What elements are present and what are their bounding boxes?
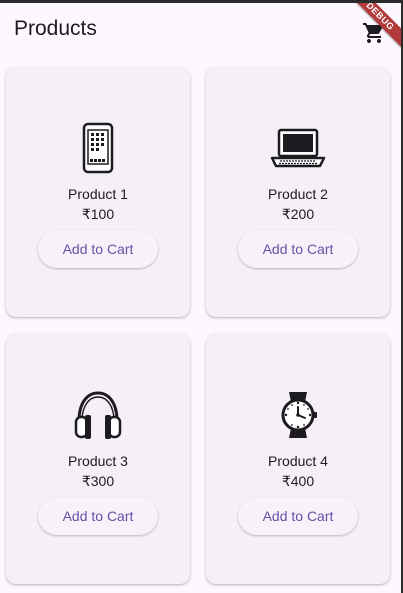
add-to-cart-button[interactable]: Add to Cart [38, 230, 158, 268]
add-to-cart-button[interactable]: Add to Cart [38, 497, 158, 535]
page-title: Products [14, 17, 97, 40]
add-to-cart-button[interactable]: Add to Cart [238, 230, 358, 268]
product-card[interactable]: Product 2 ₹200 Add to Cart [206, 67, 390, 317]
product-price: ₹300 [81, 473, 115, 489]
product-name: Product 1 [68, 186, 128, 202]
app-bar: Products DEBUG [0, 3, 401, 59]
product-price: ₹100 [81, 206, 115, 222]
product-card[interactable]: Product 3 ₹300 Add to Cart [6, 334, 190, 584]
product-price: ₹400 [281, 473, 315, 489]
smartphone-icon [82, 122, 114, 174]
product-card[interactable]: Product 4 ₹400 Add to Cart [206, 334, 390, 584]
product-price: ₹200 [281, 206, 315, 222]
laptop-icon [270, 128, 326, 168]
product-name: Product 2 [268, 186, 328, 202]
watch-icon [281, 392, 317, 438]
app-screen: Products DEBUG Product 1 ₹100 Add to Car… [0, 3, 401, 593]
product-name: Product 4 [268, 453, 328, 469]
product-name: Product 3 [68, 453, 128, 469]
add-to-cart-button[interactable]: Add to Cart [238, 497, 358, 535]
headphones-icon [74, 391, 122, 439]
product-card[interactable]: Product 1 ₹100 Add to Cart [6, 67, 190, 317]
